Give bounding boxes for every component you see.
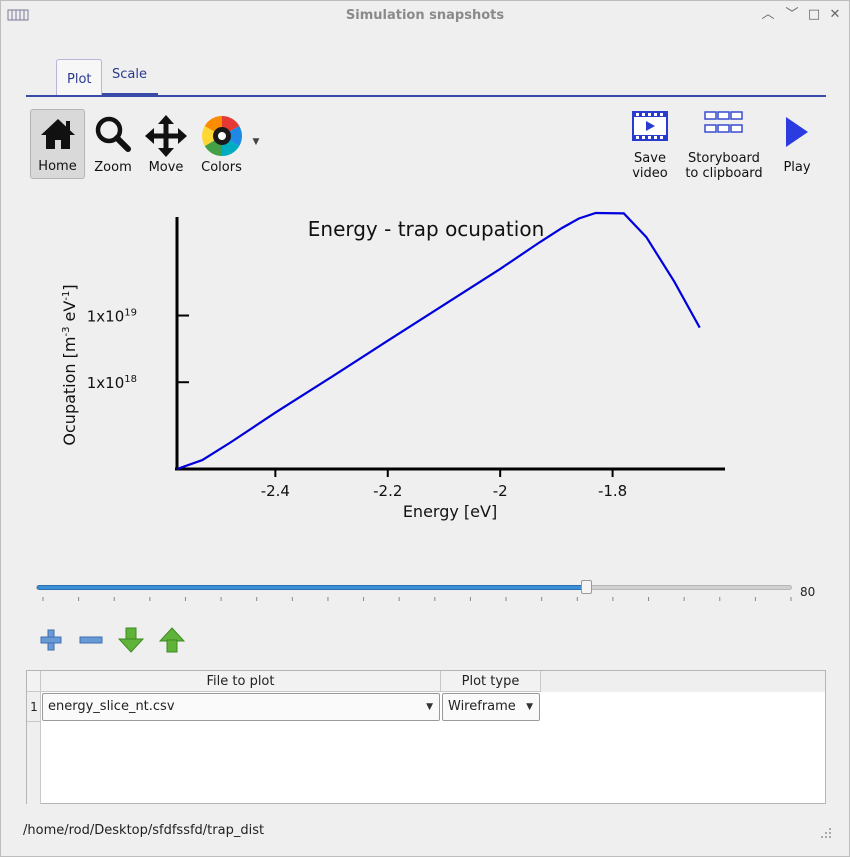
column-header-plot-type[interactable]: Plot type — [441, 671, 541, 692]
corner-cell — [27, 671, 41, 692]
chart-title: Energy - trap ocupation — [308, 217, 545, 241]
play-icon — [786, 117, 808, 147]
frame-slider-fill — [37, 585, 588, 590]
maximize-icon[interactable]: □ — [807, 8, 821, 22]
storyboard-icon — [704, 111, 743, 133]
status-path: /home/rod/Desktop/sfdfssfd/trap_dist — [23, 823, 265, 838]
video-icon — [632, 111, 668, 141]
colors-button[interactable]: Colors — [194, 109, 249, 179]
resize-grip-icon[interactable] — [821, 828, 831, 838]
colors-label: Colors — [201, 160, 242, 175]
row-number[interactable]: 1 — [27, 692, 41, 722]
x-axis-label: Energy [eV] — [403, 502, 497, 521]
energy-trap-chart[interactable]: Energy - trap ocupation -2.4 -2.2 -2 -1.8 1… — [41, 197, 821, 537]
chevron-down-icon: ▼ — [526, 702, 533, 712]
move-button[interactable]: Move — [141, 109, 191, 179]
move-label: Move — [148, 160, 184, 175]
chevron-down-icon: ▼ — [426, 702, 433, 712]
play-label: Play — [783, 160, 811, 175]
file-select[interactable]: energy_slice_nt.csv ▼ — [42, 693, 440, 721]
column-header-file[interactable]: File to plot — [41, 671, 441, 692]
x-tick-label: -1.8 — [598, 482, 627, 500]
x-tick-label: -2 — [493, 482, 508, 500]
colors-dropdown-arrow[interactable]: ▼ — [251, 137, 261, 147]
series-line — [176, 211, 701, 471]
save-video-button[interactable]: Save video — [623, 109, 677, 181]
search-icon — [95, 116, 131, 152]
y-axis-label: Ocupation [m-3 eV-1] — [60, 284, 79, 445]
table-header: File to plot Plot type — [27, 671, 825, 692]
y-tick-label: 1x1018 — [87, 374, 137, 392]
window-title: Simulation snapshots — [345, 8, 505, 23]
storyboard-label: Storyboard to clipboard — [685, 151, 763, 181]
x-tick-label: -2.2 — [373, 482, 402, 500]
tab-plot[interactable]: Plot — [56, 59, 102, 95]
move-up-icon[interactable] — [159, 627, 185, 653]
save-video-label: Save video — [632, 151, 668, 181]
x-tick-label: -2.4 — [261, 482, 290, 500]
home-button[interactable]: Home — [30, 109, 85, 179]
play-button[interactable]: Play — [773, 109, 821, 179]
home-label: Home — [38, 159, 77, 174]
storyboard-button[interactable]: Storyboard to clipboard — [681, 109, 767, 181]
files-table: File to plot Plot type 1 energy_slice_nt… — [26, 670, 826, 804]
main-window: Simulation snapshots ︿ ﹀ □ ✕ Plot Scale … — [0, 0, 850, 857]
chevron-down-icon[interactable]: ﹀ — [785, 8, 799, 22]
tab-scale[interactable]: Scale — [102, 59, 158, 95]
title-bar[interactable]: Simulation snapshots ︿ ﹀ □ ✕ — [1, 1, 849, 31]
move-down-icon[interactable] — [118, 627, 144, 653]
color-wheel-icon — [201, 116, 242, 156]
chevron-up-icon[interactable]: ︿ — [761, 8, 775, 22]
frame-slider-handle[interactable] — [581, 580, 593, 594]
close-icon[interactable]: ✕ — [828, 8, 842, 22]
zoom-label: Zoom — [94, 160, 132, 175]
y-tick-label: 1x1019 — [87, 308, 137, 326]
add-icon[interactable] — [38, 627, 64, 653]
home-icon — [40, 119, 75, 149]
zoom-button[interactable]: Zoom — [89, 109, 137, 179]
plot-type-value: Wireframe — [448, 699, 516, 714]
slider-ticks — [42, 597, 792, 601]
file-select-value: energy_slice_nt.csv — [48, 699, 175, 714]
remove-icon[interactable] — [78, 627, 104, 653]
frame-slider-track[interactable] — [36, 585, 792, 590]
slider-value: 80 — [800, 585, 816, 599]
plot-type-select[interactable]: Wireframe ▼ — [442, 693, 540, 721]
tab-underline — [26, 95, 826, 97]
move-arrows-icon — [145, 115, 187, 157]
